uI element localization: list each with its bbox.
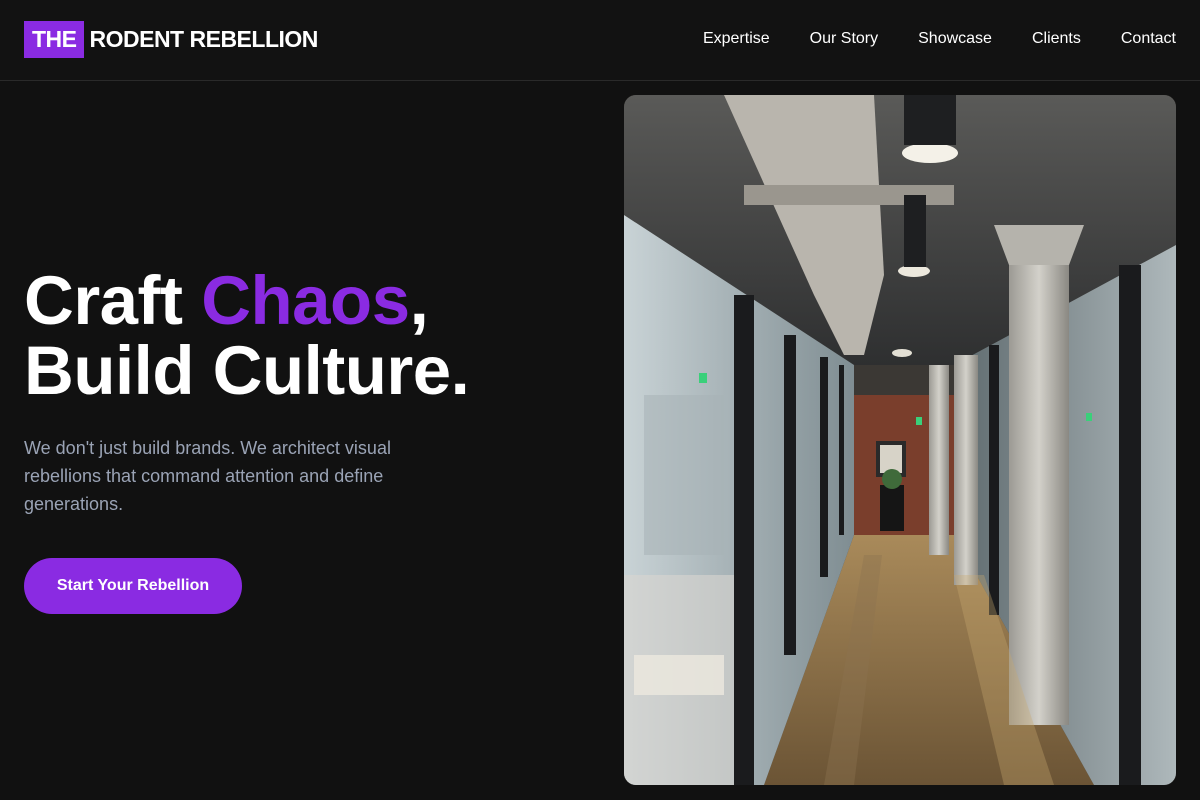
nav-link-expertise[interactable]: Expertise: [703, 28, 770, 50]
hero-title-line2: Build Culture.: [24, 332, 470, 409]
hero-title-part2: ,: [409, 262, 429, 339]
site-header: THE RODENT REBELLION Expertise Our Story…: [0, 0, 1200, 81]
nav-link-our-story[interactable]: Our Story: [810, 28, 878, 50]
nav-link-showcase[interactable]: Showcase: [918, 28, 992, 50]
nav-link-clients[interactable]: Clients: [1032, 28, 1081, 50]
office-hallway-illustration: [624, 95, 1176, 785]
hero-title: Craft Chaos, Build Culture.: [24, 266, 470, 409]
nav-link-contact[interactable]: Contact: [1121, 28, 1176, 50]
start-rebellion-button[interactable]: Start Your Rebellion: [24, 558, 242, 614]
hero-description: We don't just build brands. We architect…: [24, 438, 391, 514]
office-hallway-photo: [624, 95, 1176, 785]
logo-text: RODENT REBELLION: [89, 26, 319, 52]
logo[interactable]: THE RODENT REBELLION: [24, 21, 318, 58]
hero-title-part1: Craft: [24, 262, 202, 339]
main-nav: Expertise Our Story Showcase Clients Con…: [703, 28, 1176, 50]
hero-title-accent: Chaos: [201, 262, 410, 339]
logo-badge: THE: [24, 21, 84, 58]
